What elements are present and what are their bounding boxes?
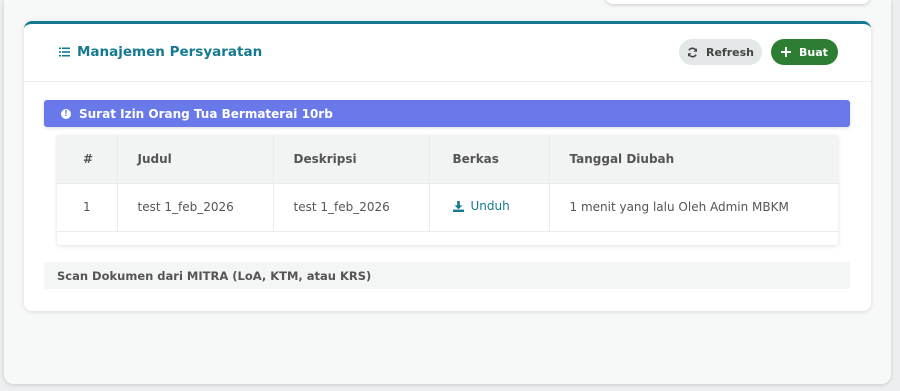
download-link[interactable]: Unduh: [452, 199, 510, 214]
requirements-table: # Judul Deskripsi Berkas Tanggal Diubah …: [57, 135, 838, 245]
header-judul: Judul: [117, 135, 274, 183]
refresh-label: Refresh: [706, 45, 754, 59]
create-button[interactable]: Buat: [771, 39, 838, 65]
cell-judul: test 1_feb_2026: [117, 183, 274, 231]
table-header-row: # Judul Deskripsi Berkas Tanggal Diubah: [57, 135, 838, 183]
card-title-text: Manajemen Persyaratan: [77, 44, 263, 60]
header-deskripsi: Deskripsi: [273, 135, 430, 183]
info-icon: !: [61, 108, 71, 119]
download-icon: [452, 200, 464, 212]
cell-tanggal: 1 menit yang lalu Oleh Admin MBKM: [569, 200, 789, 214]
footer-note: Scan Dokumen dari MITRA (LoA, KTM, atau …: [44, 262, 850, 289]
card-title: Manajemen Persyaratan: [59, 44, 262, 60]
requirements-card: Manajemen Persyaratan Refresh Buat ! Sur…: [24, 21, 871, 311]
list-icon: [59, 47, 70, 57]
alert-text: Surat Izin Orang Tua Bermaterai 10rb: [79, 106, 333, 121]
requirement-alert: ! Surat Izin Orang Tua Bermaterai 10rb: [44, 100, 850, 127]
header-tanggal: Tanggal Diubah: [569, 151, 675, 166]
top-card: [605, 0, 870, 4]
cell-number: 1: [57, 183, 118, 231]
create-label: Buat: [799, 45, 828, 59]
card-header: Manajemen Persyaratan Refresh Buat: [24, 24, 871, 82]
download-label: Unduh: [470, 199, 510, 214]
refresh-icon: [688, 47, 697, 57]
cell-deskripsi: test 1_feb_2026: [273, 183, 430, 231]
cell-berkas: Unduh: [429, 183, 550, 231]
refresh-button[interactable]: Refresh: [679, 39, 762, 65]
footer-note-text: Scan Dokumen dari MITRA (LoA, KTM, atau …: [57, 268, 372, 283]
table-row: 1 test 1_feb_2026 test 1_feb_2026 Unduh: [57, 183, 838, 231]
header-berkas: Berkas: [429, 135, 550, 183]
header-number: #: [57, 135, 118, 183]
plus-icon: [781, 47, 792, 57]
